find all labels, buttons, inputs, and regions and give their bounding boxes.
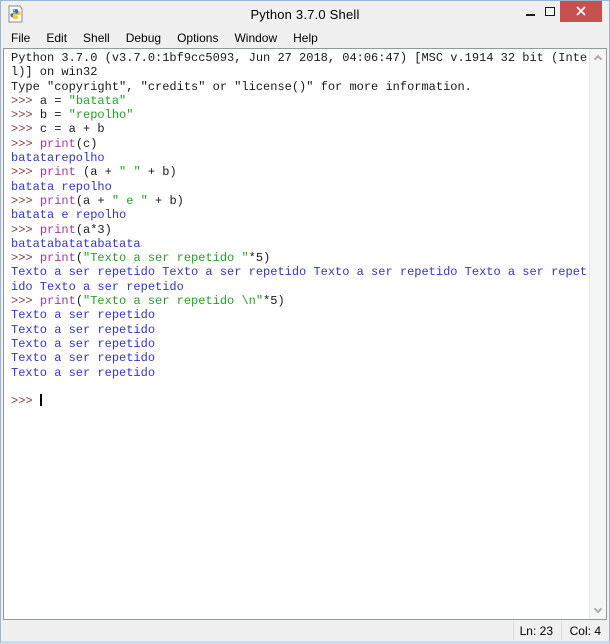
close-icon bbox=[576, 3, 586, 21]
shell-line: Type "copyright", "credits" or "license(… bbox=[11, 79, 472, 94]
menu-item-shell[interactable]: Shell bbox=[75, 29, 118, 47]
shell-line: >>> print("Texto a ser repetido "*5) bbox=[11, 251, 271, 266]
window-title: Python 3.7.0 Shell bbox=[250, 6, 360, 22]
shell-line: batatarepolho bbox=[11, 151, 105, 166]
chevron-down-icon bbox=[593, 604, 603, 614]
menu-item-help[interactable]: Help bbox=[285, 29, 326, 47]
shell-text-area[interactable]: Python 3.7.0 (v3.7.0:1bf9cc5093, Jun 27 … bbox=[3, 48, 607, 620]
shell-line: >>> print(c) bbox=[11, 136, 98, 151]
shell-line: Texto a ser repetido bbox=[11, 365, 156, 380]
shell-lines: Python 3.7.0 (v3.7.0:1bf9cc5093, Jun 27 … bbox=[4, 50, 588, 619]
menu-item-debug[interactable]: Debug bbox=[118, 29, 169, 47]
maximize-button[interactable] bbox=[540, 1, 560, 22]
idle-shell-window: Python 3.7.0 Shell File Edit Shell Debug Opt… bbox=[0, 0, 610, 644]
shell-line: >>> a = "batata" bbox=[11, 93, 127, 108]
shell-line: batata repolho bbox=[11, 179, 112, 194]
shell-line: batatabatatabatata bbox=[11, 236, 141, 251]
shell-line: >>> print (a + " " + b) bbox=[11, 165, 177, 180]
vertical-scrollbar[interactable] bbox=[589, 49, 606, 619]
shell-line: ido Texto a ser repetido bbox=[11, 279, 184, 294]
menubar: File Edit Shell Debug Options Window Help bbox=[1, 27, 609, 48]
shell-line: batata e repolho bbox=[11, 208, 127, 223]
shell-line: Texto a ser repetido Texto a ser repetid… bbox=[11, 265, 588, 280]
titlebar[interactable]: Python 3.7.0 Shell bbox=[1, 1, 609, 27]
python-idle-icon bbox=[7, 5, 24, 23]
shell-line: >>> print(a*3) bbox=[11, 222, 112, 237]
shell-line: >>> print(a + " e " + b) bbox=[11, 193, 184, 208]
status-bar: Ln: 23 Col: 4 bbox=[1, 621, 609, 641]
shell-line: l)] on win32 bbox=[11, 65, 98, 80]
shell-line: Python 3.7.0 (v3.7.0:1bf9cc5093, Jun 27 … bbox=[11, 51, 588, 65]
minimize-button[interactable] bbox=[521, 1, 540, 22]
maximize-icon bbox=[545, 7, 555, 16]
shell-line: >>> bbox=[11, 394, 42, 409]
menu-item-file[interactable]: File bbox=[3, 29, 38, 47]
shell-line: >>> c = a + b bbox=[11, 122, 105, 137]
scroll-up-button[interactable] bbox=[590, 49, 606, 66]
menu-item-window[interactable]: Window bbox=[226, 29, 285, 47]
scroll-down-button[interactable] bbox=[590, 602, 606, 619]
shell-line: Texto a ser repetido bbox=[11, 351, 156, 366]
close-button[interactable] bbox=[560, 1, 602, 22]
shell-line: >>> b = "repolho" bbox=[11, 108, 134, 123]
shell-line: Texto a ser repetido bbox=[11, 336, 156, 351]
chevron-up-icon bbox=[593, 54, 603, 64]
shell-line: Texto a ser repetido bbox=[11, 322, 156, 337]
menu-item-edit[interactable]: Edit bbox=[38, 29, 75, 47]
minimize-icon bbox=[526, 13, 535, 16]
status-col-indicator: Col: 4 bbox=[561, 622, 609, 640]
text-cursor bbox=[39, 394, 42, 407]
shell-line: Texto a ser repetido bbox=[11, 308, 156, 323]
window-controls bbox=[521, 1, 602, 22]
status-line-indicator: Ln: 23 bbox=[513, 622, 561, 640]
menu-item-options[interactable]: Options bbox=[169, 29, 226, 47]
shell-line: >>> print("Texto a ser repetido \n"*5) bbox=[11, 294, 285, 309]
